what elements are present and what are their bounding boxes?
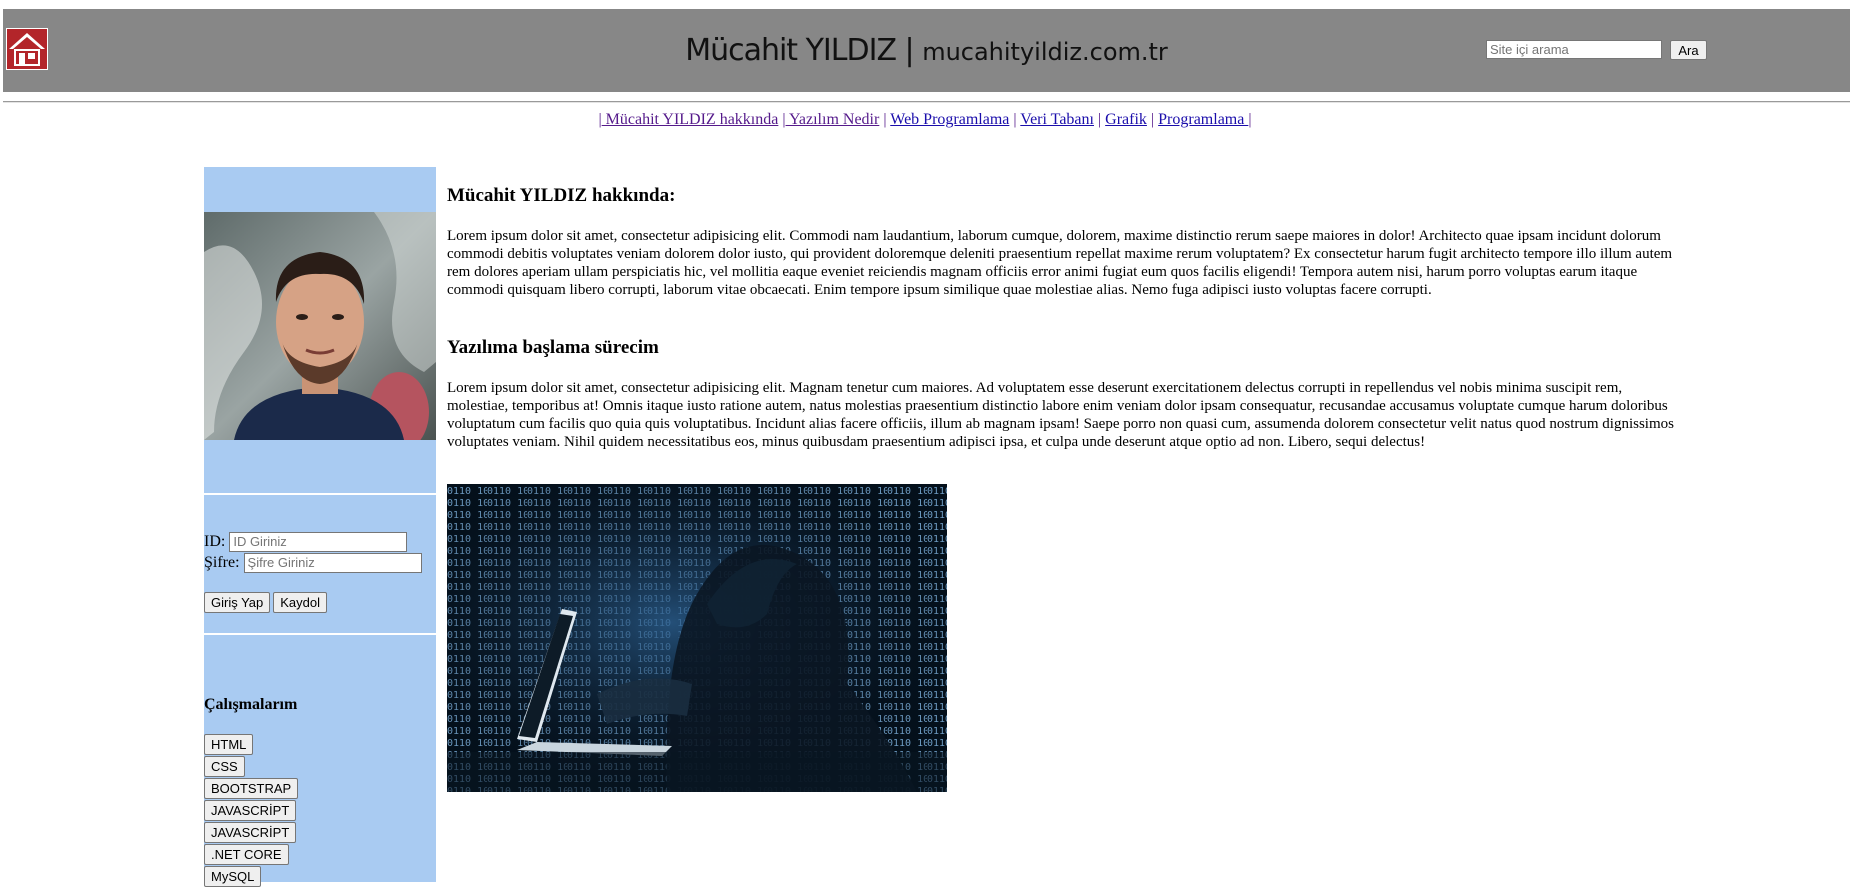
nav-link-about[interactable]: Mücahit YILDIZ hakkında xyxy=(602,111,779,128)
password-label: Şifre: xyxy=(204,553,240,571)
top-border xyxy=(0,0,1850,8)
search-button[interactable]: Ara xyxy=(1670,40,1707,60)
search-input[interactable] xyxy=(1486,40,1662,59)
hacker-image: 0110 10 xyxy=(447,484,947,792)
id-label: ID: xyxy=(204,532,226,550)
main-nav: | Mücahit YILDIZ hakkında | Yazılım Nedi… xyxy=(0,111,1850,129)
id-row: ID: xyxy=(204,531,436,552)
site-title-domain: mucahityildiz.com.tr xyxy=(922,38,1168,66)
nav-link-database[interactable]: Veri Tabanı xyxy=(1020,111,1094,128)
login-button[interactable]: Giriş Yap xyxy=(204,592,271,613)
work-button-javascript[interactable]: JAVASCRİPT xyxy=(204,800,297,821)
about-paragraph: Lorem ipsum dolor sit amet, consectetur … xyxy=(447,228,1673,298)
work-button-mysql[interactable]: MySQL xyxy=(204,866,262,887)
site-title-name: Mücahit YILDIZ | xyxy=(685,33,923,68)
start-heading: Yazılıma başlama sürecim xyxy=(447,337,659,358)
sidebar-divider xyxy=(204,493,436,495)
work-button-net-core[interactable]: .NET CORE xyxy=(204,844,289,865)
works-title: Çalışmalarım xyxy=(204,696,298,713)
nav-separator: | xyxy=(1013,111,1017,128)
work-button-css[interactable]: CSS xyxy=(204,756,245,777)
login-form: ID: Şifre: xyxy=(204,531,436,573)
about-heading: Mücahit YILDIZ hakkında: xyxy=(447,185,676,206)
id-input[interactable] xyxy=(229,531,408,552)
work-button-html[interactable]: HTML xyxy=(204,734,254,755)
horizontal-rule xyxy=(3,101,1850,103)
password-input[interactable] xyxy=(243,552,422,573)
work-button-javascript[interactable]: JAVASCRİPT xyxy=(204,822,297,843)
nav-link-web-programming[interactable]: Web Programlama xyxy=(890,111,1009,128)
login-buttons: Giriş Yap Kaydol xyxy=(204,592,330,613)
nav-separator: | xyxy=(1150,111,1155,128)
sidebar: ID: Şifre: Giriş YapKaydol Çalışmalarım … xyxy=(204,167,436,887)
password-row: Şifre: xyxy=(204,552,436,573)
nav-separator: | xyxy=(1097,111,1102,128)
nav-link-graphics[interactable]: Grafik xyxy=(1105,111,1147,128)
sidebar-divider xyxy=(204,633,436,635)
nav-link-software[interactable]: Yazılım Nedir xyxy=(786,111,879,128)
works-list: HTML CSS BOOTSTRAP JAVASCRİPT JAVASCRİPT… xyxy=(204,734,299,888)
nav-link-programming[interactable]: Programlama xyxy=(1158,111,1248,128)
nav-separator: | xyxy=(883,111,887,128)
site-header: Mücahit YILDIZ | mucahityildiz.com.tr Ar… xyxy=(3,9,1850,92)
register-button[interactable]: Kaydol xyxy=(273,592,328,613)
profile-photo xyxy=(204,212,436,440)
work-button-bootstrap[interactable]: BOOTSTRAP xyxy=(204,778,299,799)
nav-separator: | xyxy=(1248,111,1252,128)
start-paragraph: Lorem ipsum dolor sit amet, consectetur … xyxy=(447,380,1674,450)
